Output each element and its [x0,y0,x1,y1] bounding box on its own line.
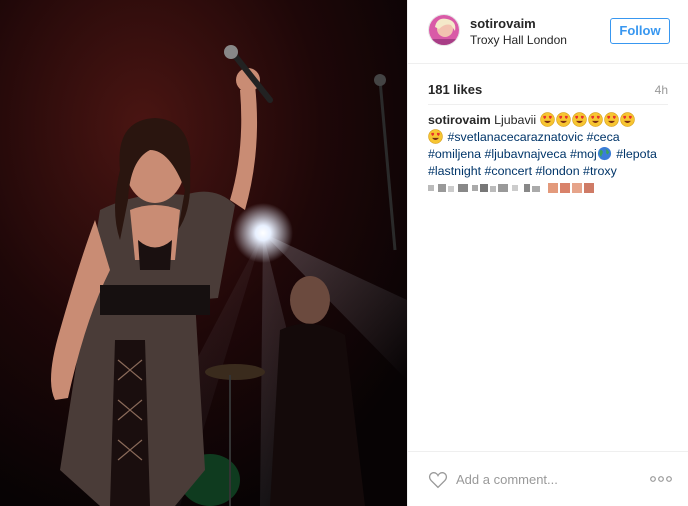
hashtag-ceca[interactable]: #ceca [587,130,620,144]
instagram-post: sotirovaim Troxy Hall London Follow 181 … [0,0,688,506]
heart-eyes-emoji [587,112,603,127]
hashtag-london[interactable]: #london [535,164,579,178]
hashtag-troxy[interactable]: #troxy [583,164,617,178]
hashtag-concert[interactable]: #concert [485,164,533,178]
caption: sotirovaim Ljubavii #svetlanacecaraznato… [428,112,673,180]
more-options-icon[interactable] [650,472,672,486]
hashtag-ljubavnajveca[interactable]: #ljubavnajveca [485,147,567,161]
location-link[interactable]: Troxy Hall London [470,33,567,47]
comment-bar [408,451,688,506]
emoji-row-1 [539,112,636,127]
avatar-image [429,15,459,45]
follow-button[interactable]: Follow [610,18,670,44]
hashtag-moj[interactable]: #moj [570,147,597,161]
hashtag-svetlanacecaraznatovic[interactable]: #svetlanacecaraznatovic [447,130,583,144]
post-sidebar: sotirovaim Troxy Hall London Follow 181 … [407,0,688,506]
divider [428,104,668,105]
post-time[interactable]: 4h [655,83,668,97]
heart-eyes-emoji [571,112,587,127]
comment-input[interactable] [456,466,636,492]
hashtag-omiljena[interactable]: #omiljena [428,147,481,161]
hashtag-lepota[interactable]: #lepota [616,147,657,161]
concert-photo-illustration [0,0,407,506]
avatar[interactable] [428,14,460,46]
header-username[interactable]: sotirovaim [470,16,536,31]
emoji-row-2 [428,129,444,144]
heart-eyes-emoji [428,129,443,144]
caption-text: Ljubavii [494,113,537,127]
heart-eyes-emoji [603,112,619,127]
post-photo[interactable] [0,0,407,506]
heart-eyes-emoji [539,112,555,127]
post-header: sotirovaim Troxy Hall London Follow [408,0,688,64]
heart-eyes-emoji [555,112,571,127]
caption-username[interactable]: sotirovaim [428,113,491,127]
heart-icon[interactable] [428,471,448,489]
likes-count[interactable]: 181 likes [428,82,482,97]
pixelated-comment [428,183,594,193]
hashtag-lastnight[interactable]: #lastnight [428,164,481,178]
heart-eyes-emoji [619,112,635,127]
globe-icon [597,146,613,161]
